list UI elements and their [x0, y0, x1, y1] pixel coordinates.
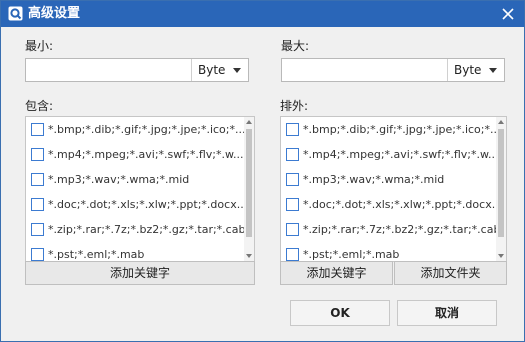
- cancel-button[interactable]: 取消: [397, 300, 497, 326]
- exclude-list-item[interactable]: *.doc;*.dot;*.xls;*.xlw;*.ppt;*.docx...: [281, 192, 497, 217]
- include-list-item[interactable]: *.zip;*.rar;*.7z;*.bz2;*.gz;*.tar;*.cab: [26, 217, 245, 242]
- exclude-item-checkbox[interactable]: [286, 173, 299, 186]
- dialog-title: 高级设置: [28, 6, 81, 21]
- include-list-item[interactable]: *.bmp;*.dib;*.gif;*.jpg;*.jpe;*.ico;*...: [26, 117, 245, 142]
- exclude-item-label: *.bmp;*.dib;*.gif;*.jpg;*.jpe;*.ico;*...: [303, 123, 497, 136]
- min-size-field: Byte: [25, 58, 249, 82]
- scroll-up-icon[interactable]: [498, 120, 504, 124]
- exclude-item-checkbox[interactable]: [286, 248, 299, 261]
- app-logo-icon: [8, 6, 23, 21]
- include-scroll-thumb[interactable]: [246, 129, 252, 237]
- include-item-checkbox[interactable]: [31, 198, 44, 211]
- exclude-add-keyword-button[interactable]: 添加关键字: [280, 261, 393, 285]
- exclude-item-label: *.mp3;*.wav;*.wma;*.mid: [303, 173, 445, 186]
- exclude-item-label: *.pst;*.eml;*.mab: [303, 248, 400, 261]
- exclude-list-item[interactable]: *.mp3;*.wav;*.wma;*.mid: [281, 167, 497, 192]
- include-item-checkbox[interactable]: [31, 173, 44, 186]
- include-item-checkbox[interactable]: [31, 248, 44, 261]
- exclude-list-item[interactable]: *.mp4;*.mpeg;*.avi;*.swf;*.flv;*.w...: [281, 142, 497, 167]
- include-item-checkbox[interactable]: [31, 123, 44, 136]
- ok-button[interactable]: OK: [290, 300, 390, 326]
- min-unit-select[interactable]: Byte: [191, 59, 248, 81]
- exclude-list-item[interactable]: *.bmp;*.dib;*.gif;*.jpg;*.jpe;*.ico;*...: [281, 117, 497, 142]
- scroll-down-icon[interactable]: [246, 254, 252, 258]
- scroll-down-icon[interactable]: [498, 254, 504, 258]
- exclude-item-label: *.mp4;*.mpeg;*.avi;*.swf;*.flv;*.w...: [303, 148, 497, 161]
- include-item-label: *.mp3;*.wav;*.wma;*.mid: [48, 173, 190, 186]
- include-scrollbar[interactable]: [244, 117, 254, 261]
- exclude-label: 排外:: [280, 99, 309, 113]
- exclude-list-item[interactable]: *.zip;*.rar;*.7z;*.bz2;*.gz;*.tar;*.cab: [281, 217, 497, 242]
- advanced-settings-dialog: 高级设置 最小: Byte 最大: Byte 包含: *.bmp;*.dib;*…: [0, 0, 525, 342]
- include-list-item[interactable]: *.mp3;*.wav;*.wma;*.mid: [26, 167, 245, 192]
- exclude-scroll-thumb[interactable]: [498, 129, 504, 237]
- include-list-item[interactable]: *.mp4;*.mpeg;*.avi;*.swf;*.flv;*.w...: [26, 142, 245, 167]
- close-icon[interactable]: [498, 4, 518, 24]
- exclude-item-label: *.zip;*.rar;*.7z;*.bz2;*.gz;*.tar;*.cab: [303, 223, 497, 236]
- exclude-scrollbar[interactable]: [496, 117, 506, 261]
- scroll-up-icon[interactable]: [246, 120, 252, 124]
- exclude-add-folder-button[interactable]: 添加文件夹: [394, 261, 507, 285]
- exclude-item-checkbox[interactable]: [286, 223, 299, 236]
- include-list-item[interactable]: *.pst;*.eml;*.mab: [26, 242, 245, 261]
- include-item-label: *.bmp;*.dib;*.gif;*.jpg;*.jpe;*.ico;*...: [48, 123, 245, 136]
- exclude-list[interactable]: *.bmp;*.dib;*.gif;*.jpg;*.jpe;*.ico;*...…: [280, 116, 507, 262]
- exclude-item-checkbox[interactable]: [286, 148, 299, 161]
- exclude-item-label: *.doc;*.dot;*.xls;*.xlw;*.ppt;*.docx...: [303, 198, 497, 211]
- max-unit-select[interactable]: Byte: [447, 59, 504, 81]
- exclude-list-item[interactable]: *.pst;*.eml;*.mab: [281, 242, 497, 261]
- include-item-checkbox[interactable]: [31, 148, 44, 161]
- include-item-checkbox[interactable]: [31, 223, 44, 236]
- exclude-item-checkbox[interactable]: [286, 198, 299, 211]
- include-item-label: *.zip;*.rar;*.7z;*.bz2;*.gz;*.tar;*.cab: [48, 223, 245, 236]
- max-size-input[interactable]: [282, 59, 447, 81]
- min-size-label: 最小:: [25, 39, 54, 53]
- include-item-label: *.pst;*.eml;*.mab: [48, 248, 145, 261]
- max-size-label: 最大:: [281, 39, 310, 53]
- include-list[interactable]: *.bmp;*.dib;*.gif;*.jpg;*.jpe;*.ico;*...…: [25, 116, 255, 262]
- chevron-down-icon: [489, 68, 497, 73]
- min-unit-value: Byte: [198, 63, 226, 77]
- include-label: 包含:: [25, 99, 54, 113]
- min-size-input[interactable]: [26, 59, 191, 81]
- chevron-down-icon: [233, 68, 241, 73]
- max-unit-value: Byte: [454, 63, 482, 77]
- include-item-label: *.mp4;*.mpeg;*.avi;*.swf;*.flv;*.w...: [48, 148, 244, 161]
- title-bar[interactable]: 高级设置: [1, 1, 524, 27]
- include-add-keyword-button[interactable]: 添加关键字: [25, 261, 255, 285]
- include-item-label: *.doc;*.dot;*.xls;*.xlw;*.ppt;*.docx...: [48, 198, 245, 211]
- include-list-item[interactable]: *.doc;*.dot;*.xls;*.xlw;*.ppt;*.docx...: [26, 192, 245, 217]
- exclude-item-checkbox[interactable]: [286, 123, 299, 136]
- max-size-field: Byte: [281, 58, 505, 82]
